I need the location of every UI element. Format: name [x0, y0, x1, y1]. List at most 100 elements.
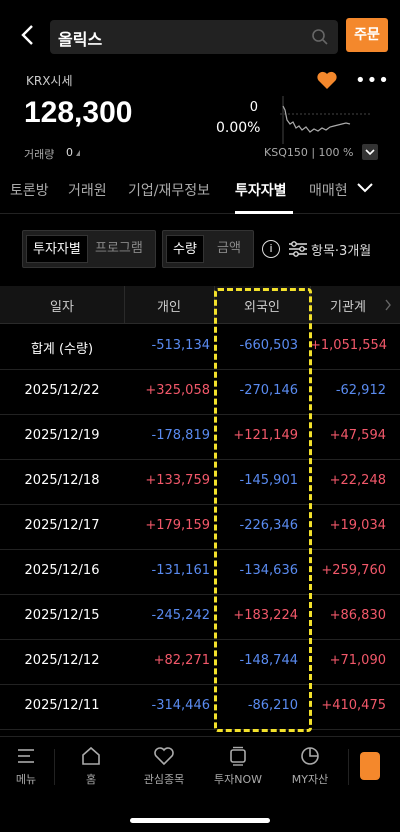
col-date: 일자: [50, 300, 74, 315]
cell-individual: -245,242: [151, 608, 210, 623]
volume-label: 거래량: [24, 148, 55, 161]
cell-date: 2025/12/18: [24, 473, 100, 488]
cell-institution: +86,830: [329, 608, 386, 623]
cell-individual: +325,058: [145, 383, 210, 398]
home-indicator: [130, 818, 270, 823]
cell-date: 2025/12/22: [24, 383, 100, 398]
col-foreign: 외국인: [244, 300, 280, 315]
price-change: 0: [249, 100, 258, 115]
cell-institution: +1,051,554: [310, 338, 388, 353]
cell-individual: +82,271: [153, 653, 210, 668]
mode-program[interactable]: 프로그램: [89, 235, 149, 263]
cell-foreign: -145,901: [239, 473, 298, 488]
cell-foreign: -148,744: [239, 653, 298, 668]
bottom-navigation: 메뉴 홈 관심종목 투자NOW MY자산: [0, 736, 400, 796]
menu-icon: [18, 749, 34, 763]
tab-trading[interactable]: 매매현: [309, 180, 348, 200]
cell-institution: +22,248: [329, 473, 386, 488]
unit-quantity[interactable]: 수량: [166, 235, 204, 263]
mode-by-investor[interactable]: 투자자별: [26, 235, 88, 263]
options-period-label[interactable]: 항목·3개월: [311, 240, 371, 259]
table-header: 일자 개인 외국인 기관계: [0, 286, 400, 324]
heart-outline-icon: [154, 747, 174, 766]
volume-indicator-icon: [76, 150, 80, 156]
info-icon[interactable]: i: [262, 240, 280, 258]
invest-now-icon: [230, 746, 246, 766]
more-options-icon[interactable]: •••: [355, 70, 390, 91]
chevron-down-icon[interactable]: [362, 144, 378, 160]
cell-date: 2025/12/19: [24, 428, 100, 443]
tabs-expand-icon[interactable]: [356, 182, 374, 194]
cell-date: 2025/12/16: [24, 563, 100, 578]
table-row[interactable]: 2025/12/19 -178,819 +121,149 +47,594: [0, 415, 400, 460]
info-tabs: 토론방 거래원 기업/재무정보 투자자별 매매현: [0, 176, 400, 214]
table-row[interactable]: 2025/12/15 -245,242 +183,224 +86,830: [0, 595, 400, 640]
cell-date: 2025/12/11: [24, 698, 100, 713]
current-price: 128,300: [24, 96, 133, 129]
cell-foreign: -134,636: [239, 563, 298, 578]
tab-discussion[interactable]: 토론방: [10, 180, 49, 200]
unit-toggle: 수량 금액: [162, 230, 254, 268]
favorite-heart-icon[interactable]: [316, 70, 338, 90]
col-individual: 개인: [157, 300, 181, 315]
nav-my-assets[interactable]: MY자산: [280, 737, 340, 797]
cell-individual: +179,159: [145, 518, 210, 533]
tab-by-investor[interactable]: 투자자별: [235, 180, 287, 200]
cell-individual: +133,759: [145, 473, 210, 488]
nav-home-label: 홈: [85, 773, 97, 786]
stock-search-box[interactable]: 올릭스: [50, 20, 338, 54]
cell-foreign: +121,149: [233, 428, 298, 443]
filter-settings-icon[interactable]: [288, 240, 308, 258]
cell-individual: -178,819: [151, 428, 210, 443]
cell-institution: +19,034: [329, 518, 386, 533]
nav-watchlist[interactable]: 관심종목: [134, 737, 194, 797]
market-label: KRX시세: [26, 74, 73, 88]
cell-foreign: -660,503: [239, 338, 298, 353]
table-row[interactable]: 2025/12/11 -314,446 -86,210 +410,475: [0, 685, 400, 730]
cell-date: 2025/12/12: [24, 653, 100, 668]
pie-chart-icon: [301, 747, 319, 765]
cell-institution: +47,594: [329, 428, 386, 443]
cell-institution: +259,760: [321, 563, 386, 578]
nav-menu[interactable]: 메뉴: [4, 737, 48, 797]
cell-individual: -314,446: [151, 698, 210, 713]
table-row[interactable]: 합계 (수량) -513,134 -660,503 +1,051,554: [0, 325, 400, 370]
nav-home[interactable]: 홈: [66, 737, 116, 797]
nav-my-assets-label: MY자산: [291, 773, 329, 786]
top-bar: 올릭스 주문: [0, 0, 400, 64]
nav-invest-now[interactable]: 투자NOW: [206, 737, 270, 797]
tab-broker[interactable]: 거래원: [68, 180, 107, 200]
cell-institution: +410,475: [321, 698, 386, 713]
view-mode-toggle: 투자자별 프로그램: [22, 230, 156, 268]
cell-date: 합계 (수량): [30, 342, 94, 357]
cell-foreign: -86,210: [247, 698, 298, 713]
table-row[interactable]: 2025/12/22 +325,058 -270,146 -62,912: [0, 370, 400, 415]
table-row[interactable]: 2025/12/17 +179,159 -226,346 +19,034: [0, 505, 400, 550]
quick-order-icon[interactable]: [360, 752, 380, 780]
col-institution: 기관계: [330, 300, 366, 315]
unit-amount[interactable]: 금액: [211, 235, 247, 263]
cell-institution: -62,912: [335, 383, 386, 398]
cell-foreign: +183,224: [233, 608, 298, 623]
cell-date: 2025/12/15: [24, 608, 100, 623]
table-row[interactable]: 2025/12/18 +133,759 -145,901 +22,248: [0, 460, 400, 505]
index-label: KSQ150 | 100 %: [264, 146, 354, 159]
cell-individual: -131,161: [151, 563, 210, 578]
table-row[interactable]: 2025/12/12 +82,271 -148,744 +71,090: [0, 640, 400, 685]
cell-foreign: -226,346: [239, 518, 298, 533]
scroll-right-icon[interactable]: [384, 298, 392, 312]
search-icon[interactable]: [310, 27, 330, 47]
order-button[interactable]: 주문: [346, 18, 388, 52]
nav-menu-label: 메뉴: [15, 773, 37, 786]
nav-invest-now-label: 투자NOW: [213, 773, 262, 786]
active-tab-indicator: [235, 211, 293, 214]
stock-name: 올릭스: [58, 30, 103, 49]
intraday-sparkline[interactable]: [280, 96, 370, 144]
cell-individual: -513,134: [151, 338, 210, 353]
cell-institution: +71,090: [329, 653, 386, 668]
tab-company-financial[interactable]: 기업/재무정보: [128, 180, 210, 200]
back-icon[interactable]: [14, 20, 42, 50]
cell-foreign: -270,146: [239, 383, 298, 398]
cell-date: 2025/12/17: [24, 518, 100, 533]
table-row[interactable]: 2025/12/16 -131,161 -134,636 +259,760: [0, 550, 400, 595]
